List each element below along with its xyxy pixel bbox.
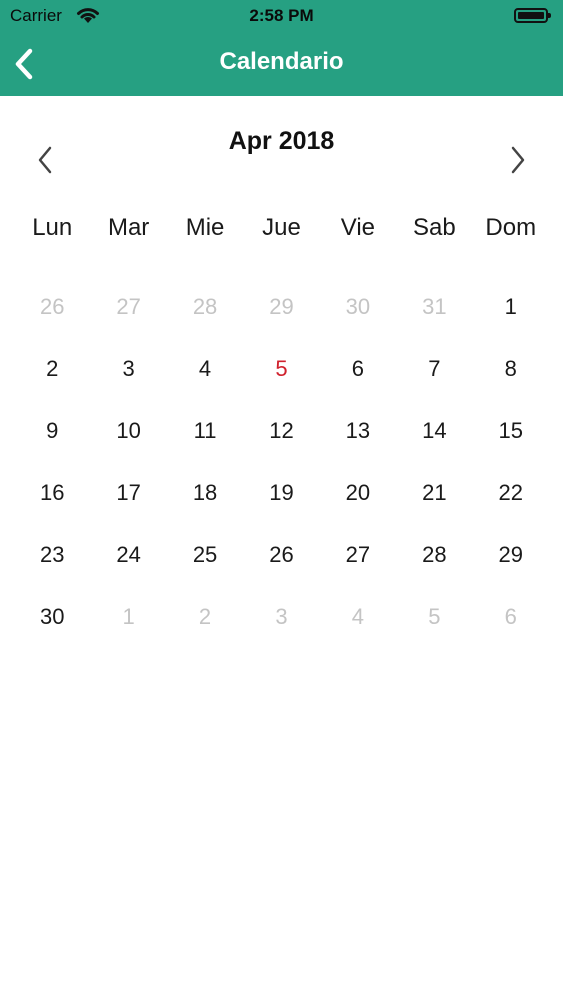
weekday-label: Mie [185,214,225,241]
next-month-button[interactable] [499,142,535,178]
weekday-label: Sab [412,214,456,241]
calendar-day-outside-month[interactable]: 30 [320,276,396,338]
calendar-day-outside-month[interactable]: 27 [90,276,166,338]
weekday-label: Jue [262,214,301,241]
month-navigation: Apr 2018 [0,120,563,190]
chevron-right-icon [511,146,525,174]
calendar-day[interactable]: 3 [90,338,166,400]
calendar-day-outside-month[interactable]: 2 [167,586,243,648]
weekday-label: Dom [485,214,537,241]
calendar-day[interactable]: 17 [90,462,166,524]
month-title: Apr 2018 [228,127,335,155]
calendar-day[interactable]: 1 [473,276,549,338]
calendar-day-outside-month[interactable]: 26 [14,276,90,338]
calendar-week-row: 23 24 25 26 27 28 29 [14,524,549,586]
calendar-day[interactable]: 14 [396,400,472,462]
header-bar: Carrier 2:58 PM Calendario [0,0,563,96]
status-bar: Carrier 2:58 PM [0,0,563,32]
calendar-week-row: 16 17 18 19 20 21 22 [14,462,549,524]
calendar-week-row: 2345678 [14,338,549,400]
calendar-day[interactable]: 19 [243,462,319,524]
calendar-day[interactable]: 7 [396,338,472,400]
calendar-day[interactable]: 10 [90,400,166,462]
calendar-day-outside-month[interactable]: 6 [473,586,549,648]
calendar-day[interactable]: 20 [320,462,396,524]
page-title: Calendario [219,48,344,75]
calendar-day-outside-month[interactable]: 4 [320,586,396,648]
calendar-week-row: 30 1 2 3 4 5 6 [14,586,549,648]
weekday-label: Lun [32,214,73,241]
calendar-day-today[interactable]: 5 [243,338,319,400]
calendar-day[interactable]: 25 [167,524,243,586]
calendar-day[interactable]: 4 [167,338,243,400]
calendar-day-outside-month[interactable]: 31 [396,276,472,338]
calendar-week-row: 26 27 28 29 30 31 1 [14,276,549,338]
calendar-day[interactable]: 21 [396,462,472,524]
calendar-day[interactable]: 9 [14,400,90,462]
calendar-day[interactable]: 28 [396,524,472,586]
calendar-day[interactable]: 26 [243,524,319,586]
calendar-day-outside-month[interactable]: 1 [90,586,166,648]
calendar-day-outside-month[interactable]: 29 [243,276,319,338]
calendar-day[interactable]: 30 [14,586,90,648]
calendar-day[interactable]: 11 [167,400,243,462]
calendar-day-outside-month[interactable]: 5 [396,586,472,648]
weekday-label: Vie [340,214,376,241]
calendar-day[interactable]: 2 [14,338,90,400]
calendar-day[interactable]: 18 [167,462,243,524]
calendar-day[interactable]: 27 [320,524,396,586]
calendar-day[interactable]: 23 [14,524,90,586]
calendar-day[interactable]: 22 [473,462,549,524]
status-time: 2:58 PM [249,6,314,25]
calendar-day[interactable]: 6 [320,338,396,400]
calendar-grid: 26 27 28 29 30 31 1 2 3 4 5 6 7 8 9 10 11 12 13 14 15 16 17 18 1… [14,276,549,648]
calendar-day-outside-month[interactable]: 3 [243,586,319,648]
calendar-day[interactable]: 24 [90,524,166,586]
calendar-day[interactable]: 16 [14,462,90,524]
calendar-day[interactable]: 8 [473,338,549,400]
calendar-day[interactable]: 29 [473,524,549,586]
weekday-header: Lun Mar Mie Jue Vie Sab Dom [14,214,549,242]
calendar-day[interactable]: 15 [473,400,549,462]
calendar-day[interactable]: 13 [320,400,396,462]
calendar-day-outside-month[interactable]: 28 [167,276,243,338]
calendar-day[interactable]: 12 [243,400,319,462]
weekday-label: Mar [107,214,150,241]
battery-icon [514,8,551,23]
calendar-week-row: 9 10 11 12 13 14 15 [14,400,549,462]
